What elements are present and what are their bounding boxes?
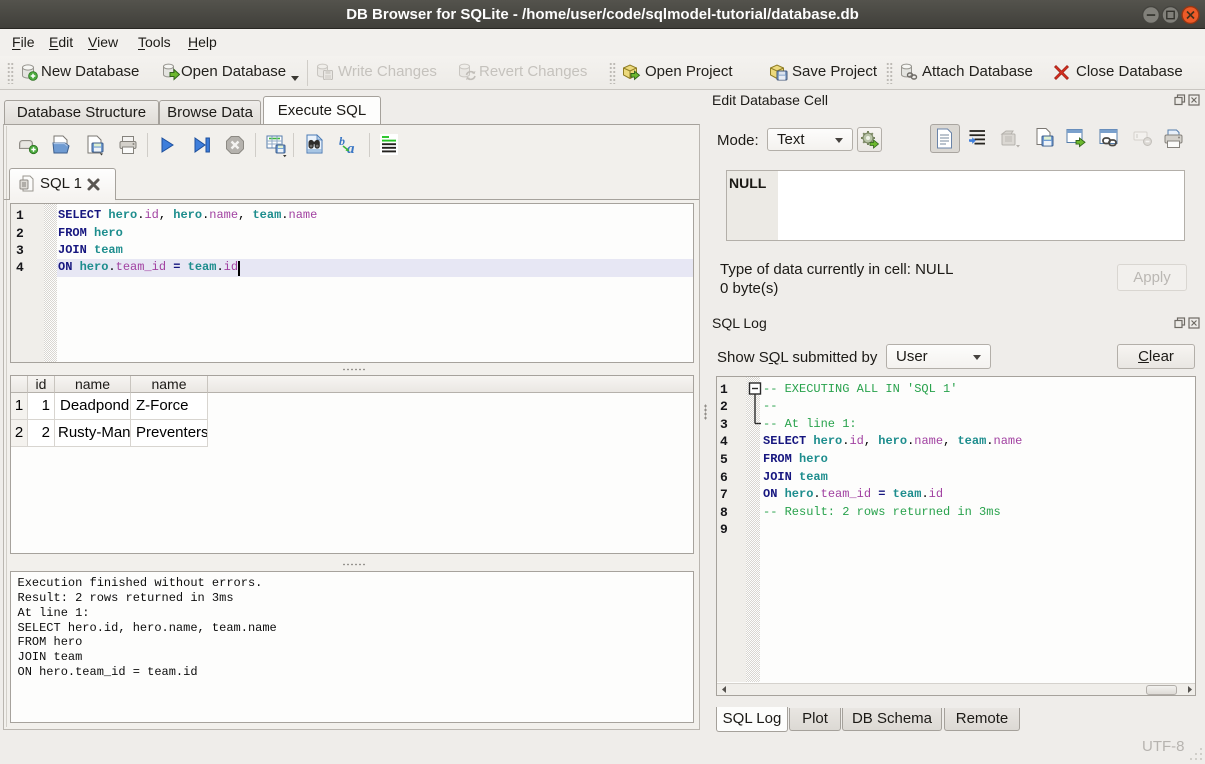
svg-text:a: a	[347, 141, 355, 155]
